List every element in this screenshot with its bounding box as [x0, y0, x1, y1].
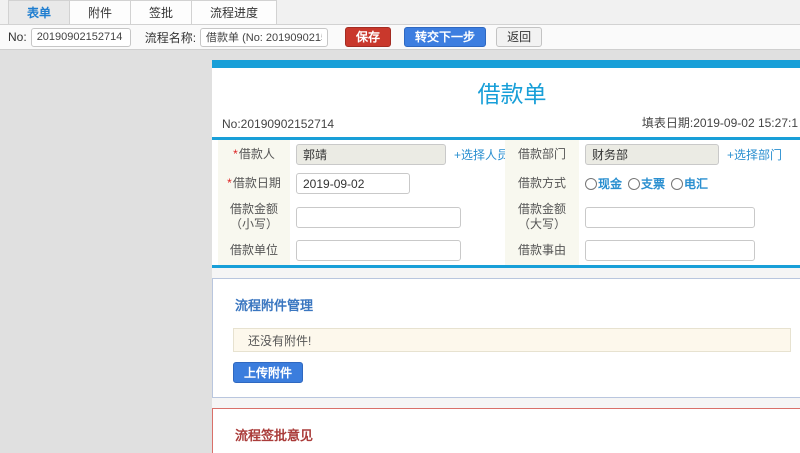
required-mark: * — [233, 147, 238, 161]
attachments-section: 流程附件管理 还没有附件! 上传附件 — [212, 278, 800, 398]
loan-date-cell — [290, 169, 505, 198]
borrower-label: * 借款人 — [218, 140, 290, 169]
save-button[interactable]: 保存 — [345, 27, 392, 47]
method-option-wire[interactable]: 电汇 — [671, 175, 708, 192]
department-input[interactable] — [585, 144, 719, 165]
form-meta-row: No:20190902152714 填表日期:2019-09-02 15:27:… — [212, 112, 800, 137]
tab-bar: 表单 附件 签批 流程进度 — [0, 0, 800, 25]
divider-bottom — [212, 265, 800, 268]
department-cell: +选择部门 — [579, 140, 800, 169]
loan-method-cell: 现金 支票 电汇 — [579, 169, 800, 198]
amount-small-label: 借款金额（小写） — [218, 198, 290, 236]
amount-small-input[interactable] — [296, 206, 461, 228]
loan-form-card: 借款单 No:20190902152714 填表日期:2019-09-02 15… — [212, 60, 800, 268]
amount-small-cell — [290, 198, 505, 236]
loan-unit-label: 借款单位 — [218, 236, 290, 265]
method-radio-group: 现金 支票 电汇 — [585, 175, 714, 192]
loan-date-input[interactable] — [296, 173, 410, 194]
process-name-label: 流程名称: — [144, 30, 197, 45]
loan-date-label: * 借款日期 — [218, 169, 290, 198]
method-option-cash[interactable]: 现金 — [585, 175, 622, 192]
cash-radio[interactable] — [585, 177, 597, 190]
loan-form-grid: * 借款人 +选择人员 借款部门 +选择部门 * 借款日期 — [212, 140, 800, 265]
no-attachments-message: 还没有附件! — [233, 328, 791, 352]
wire-radio[interactable] — [671, 177, 684, 190]
loan-method-label: 借款方式 — [505, 169, 579, 198]
approval-section: 流程签批意见 B I abc — [212, 408, 800, 453]
method-option-check[interactable]: 支票 — [628, 175, 665, 192]
toolbar: No: 流程名称: 保存 转交下一步 返回 — [0, 25, 800, 50]
loan-reason-cell — [579, 236, 800, 265]
form-date-text: 填表日期:2019-09-02 15:27:1 — [641, 116, 798, 130]
check-radio[interactable] — [628, 177, 641, 190]
borrower-input[interactable] — [296, 144, 446, 165]
amount-big-cell — [579, 198, 800, 236]
no-input[interactable] — [30, 27, 131, 47]
select-person-link[interactable]: +选择人员 — [454, 146, 509, 163]
loan-unit-input[interactable] — [296, 240, 461, 261]
tab-progress[interactable]: 流程进度 — [192, 0, 278, 24]
amount-big-label: 借款金额（大写） — [505, 198, 579, 236]
no-label: No: — [8, 30, 27, 44]
upload-attachment-button[interactable]: 上传附件 — [233, 362, 304, 383]
page-title: 借款单 — [212, 68, 800, 112]
back-button[interactable]: 返回 — [496, 27, 543, 47]
attachments-heading: 流程附件管理 — [235, 298, 314, 313]
tab-approval[interactable]: 签批 — [131, 0, 193, 24]
select-department-link[interactable]: +选择部门 — [727, 146, 782, 163]
amount-big-input[interactable] — [585, 206, 755, 228]
top-accent-bar — [212, 60, 800, 68]
form-panel: 借款单 No:20190902152714 填表日期:2019-09-02 15… — [212, 60, 800, 453]
transfer-next-step-button[interactable]: 转交下一步 — [404, 27, 487, 47]
tab-attachment[interactable]: 附件 — [70, 0, 132, 24]
loan-reason-label: 借款事由 — [505, 236, 579, 265]
form-no-text: No:20190902152714 — [222, 117, 335, 131]
loan-reason-input[interactable] — [585, 240, 755, 261]
loan-unit-cell — [290, 236, 505, 265]
borrower-cell: +选择人员 — [290, 140, 509, 169]
department-label: 借款部门 — [505, 140, 579, 169]
required-mark: * — [227, 176, 232, 190]
approval-heading: 流程签批意见 — [235, 428, 314, 443]
tab-form[interactable]: 表单 — [8, 0, 71, 24]
process-name-input[interactable] — [200, 27, 329, 47]
